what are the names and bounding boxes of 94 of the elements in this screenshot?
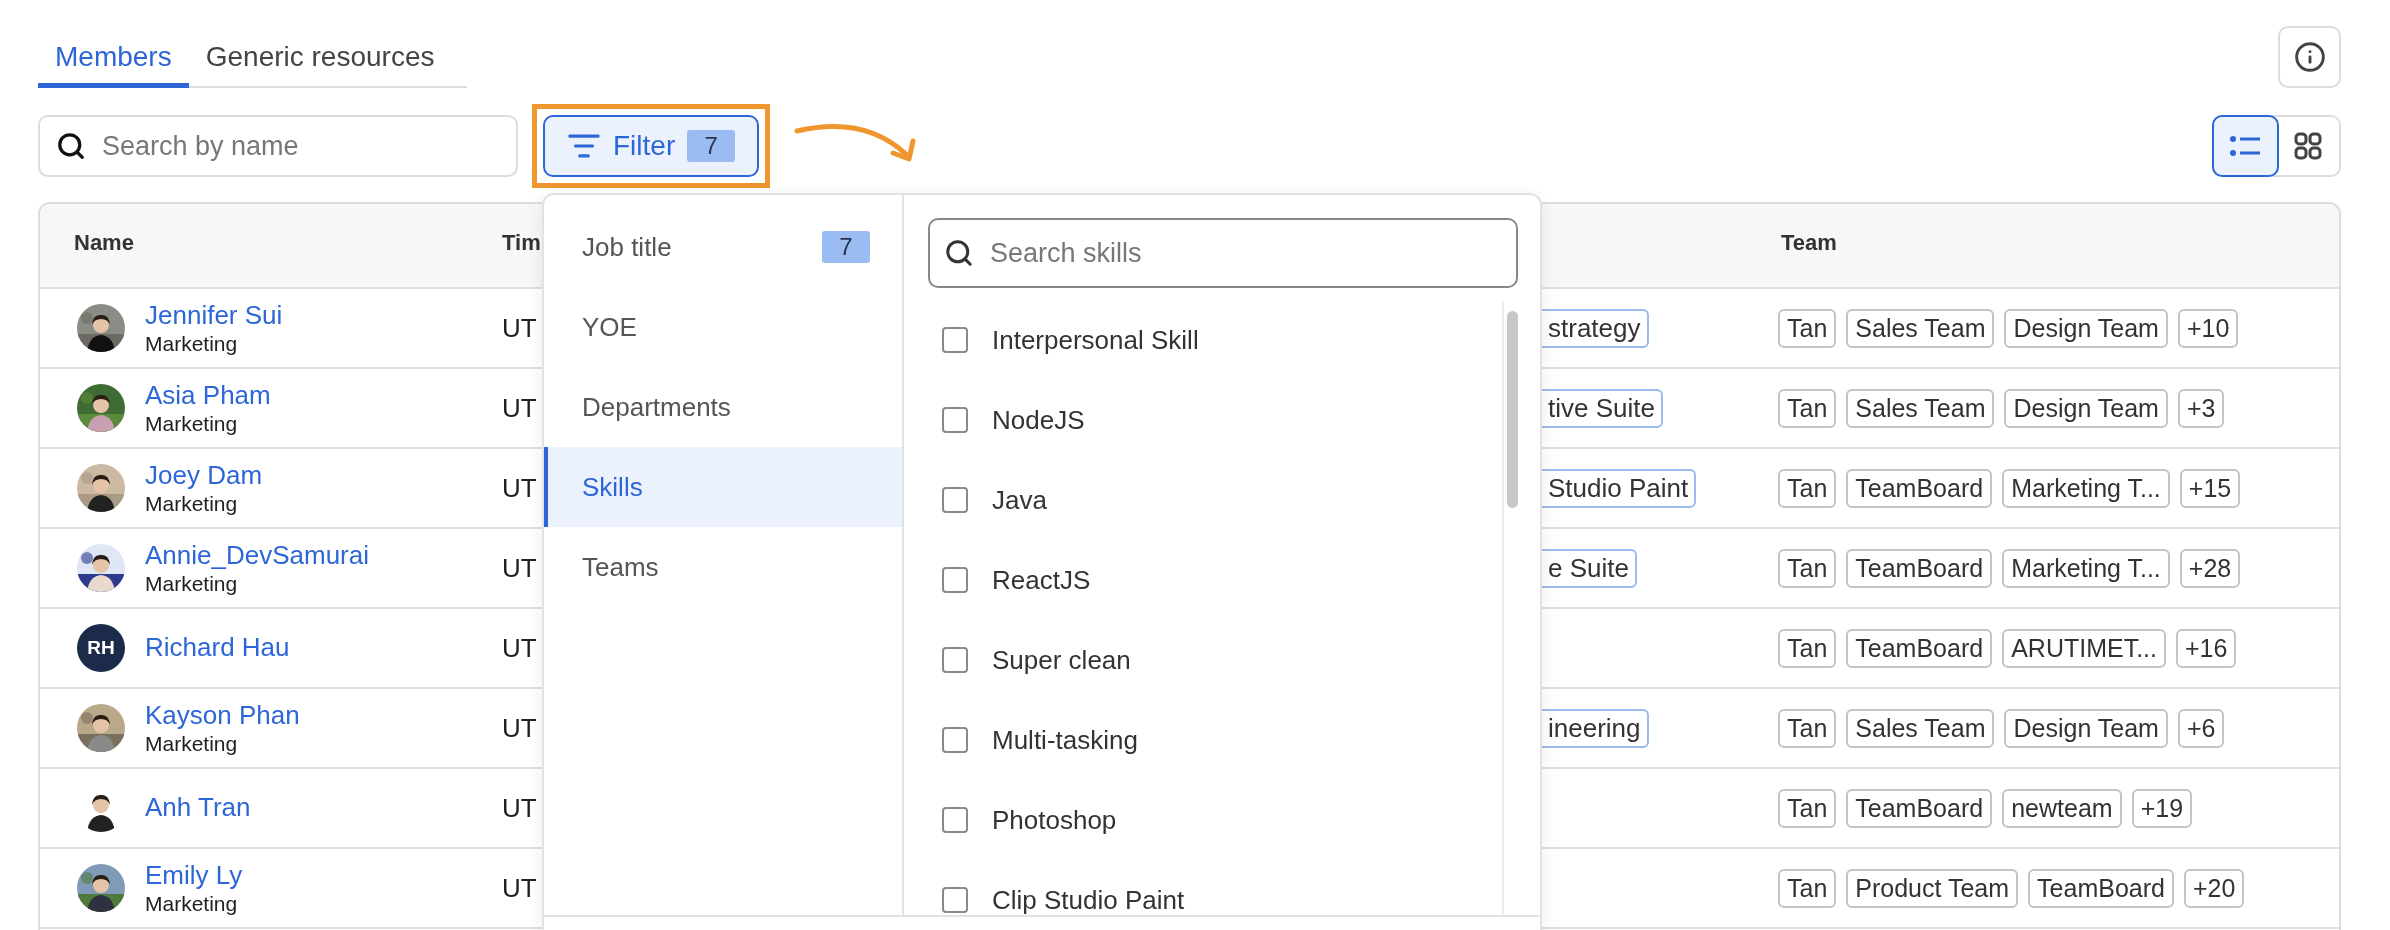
- skill-search-field[interactable]: Search skills: [928, 218, 1518, 288]
- filter-category[interactable]: Teams: [544, 527, 902, 607]
- team-tag: Product Team: [1846, 868, 2019, 908]
- team-tag: TeamBoard: [1846, 548, 1993, 588]
- checkbox[interactable]: [942, 727, 968, 753]
- more-teams-tag: +16: [2176, 628, 2237, 668]
- team-tag: Sales Team: [1846, 388, 1995, 428]
- team-tag: Design Team: [2004, 388, 2168, 428]
- timezone-text: UT: [502, 312, 537, 343]
- grid-view-icon: [2293, 132, 2322, 160]
- option-label: Clip Studio Paint: [992, 884, 1185, 915]
- timezone-text: UT: [502, 872, 537, 903]
- more-teams-tag: +28: [2179, 548, 2241, 588]
- member-name-link[interactable]: Emily Ly: [145, 859, 243, 891]
- timezone-text: UT: [502, 632, 537, 663]
- list-view-button[interactable]: [2212, 115, 2279, 177]
- filter-button[interactable]: Filter 7: [543, 115, 760, 177]
- member-name-link[interactable]: Joey Dam: [145, 459, 263, 491]
- timezone-text: UT: [502, 552, 537, 583]
- team-tag: TeamBoard: [1846, 468, 1993, 508]
- filter-category[interactable]: YOE: [544, 287, 902, 367]
- department-text: Marketing: [145, 731, 238, 757]
- department-text: Marketing: [145, 411, 238, 437]
- checkbox[interactable]: [942, 887, 968, 913]
- more-teams-tag: +20: [2183, 868, 2245, 908]
- team-tag: Design Team: [2004, 308, 2168, 348]
- column-header: Name: [73, 229, 134, 257]
- member-name-link[interactable]: Kayson Phan: [145, 699, 300, 731]
- team-tag: ARUTIMET...: [2002, 628, 2166, 668]
- team-tag: Tan: [1778, 868, 1837, 908]
- checkbox[interactable]: [942, 407, 968, 433]
- avatar-initials: RH: [77, 624, 125, 672]
- more-teams-tag: +6: [2177, 708, 2225, 748]
- team-tag: Marketing T...: [2002, 548, 2170, 588]
- timezone-text: UT: [502, 392, 537, 423]
- member-name-link[interactable]: Richard Hau: [145, 632, 290, 664]
- option-label: Photoshop: [992, 804, 1117, 836]
- department-text: Marketing: [145, 571, 238, 597]
- option-label: Super clean: [992, 644, 1131, 676]
- info-icon: [2293, 41, 2326, 73]
- option-label: Multi-tasking: [992, 724, 1138, 756]
- member-name-link[interactable]: Asia Pham: [145, 379, 271, 411]
- option-label: NodeJS: [992, 404, 1085, 436]
- member-name-link[interactable]: Annie_DevSamurai: [145, 539, 369, 571]
- filter-count: 7: [687, 130, 736, 162]
- filter-category[interactable]: Departments: [544, 367, 902, 447]
- team-tag: Tan: [1778, 788, 1837, 828]
- team-tag: Tan: [1778, 708, 1837, 748]
- option-label: Interpersonal Skill: [992, 324, 1199, 356]
- team-tag: Design Team: [2004, 708, 2168, 748]
- column-header: Team: [1780, 229, 1837, 257]
- team-tag: Sales Team: [1846, 308, 1995, 348]
- search-icon: [56, 131, 86, 161]
- team-tag: TeamBoard: [1846, 628, 1993, 668]
- team-tag: Tan: [1778, 548, 1837, 588]
- team-tag: TeamBoard: [1846, 788, 1993, 828]
- department-text: Marketing: [145, 491, 238, 517]
- search-icon: [944, 238, 974, 268]
- scrollbar-thumb[interactable]: [1507, 311, 1518, 508]
- tab[interactable]: Generic resources: [188, 41, 452, 88]
- option-label: ReactJS: [992, 564, 1091, 596]
- department-text: Marketing: [145, 331, 238, 357]
- more-teams-tag: +10: [2177, 308, 2239, 348]
- team-tag: newteam: [2002, 788, 2122, 828]
- timezone-text: UT: [502, 792, 537, 823]
- filter-category[interactable]: Skills: [544, 447, 902, 527]
- option-label: Java: [992, 484, 1047, 516]
- list-view-icon: [2230, 136, 2261, 156]
- team-tag: TeamBoard: [2028, 868, 2174, 908]
- team-tag: Tan: [1778, 308, 1837, 348]
- column-header: Tim: [502, 229, 541, 257]
- checkbox[interactable]: [942, 327, 968, 353]
- checkbox[interactable]: [942, 567, 968, 593]
- more-teams-tag: +19: [2131, 788, 2193, 828]
- checkbox[interactable]: [942, 487, 968, 513]
- tab[interactable]: Members: [38, 41, 189, 88]
- checkbox[interactable]: [942, 647, 968, 673]
- department-text: Marketing: [145, 891, 238, 917]
- filter-category[interactable]: Job title 7: [544, 207, 902, 287]
- search-field[interactable]: Search by name: [38, 115, 518, 177]
- team-tag: Sales Team: [1846, 708, 1995, 748]
- member-name-link[interactable]: Jennifer Sui: [145, 299, 283, 331]
- more-teams-tag: +15: [2179, 468, 2241, 508]
- timezone-text: UT: [502, 712, 537, 743]
- team-tag: Tan: [1778, 628, 1837, 668]
- timezone-text: UT: [502, 472, 537, 503]
- info-button[interactable]: [2278, 26, 2341, 88]
- team-tag: Marketing T...: [2002, 468, 2170, 508]
- checkbox[interactable]: [942, 807, 968, 833]
- more-teams-tag: +3: [2177, 388, 2225, 428]
- team-tag: Tan: [1778, 468, 1837, 508]
- team-tag: Tan: [1778, 388, 1837, 428]
- member-name-link[interactable]: Anh Tran: [145, 792, 251, 824]
- category-count: 7: [822, 231, 870, 263]
